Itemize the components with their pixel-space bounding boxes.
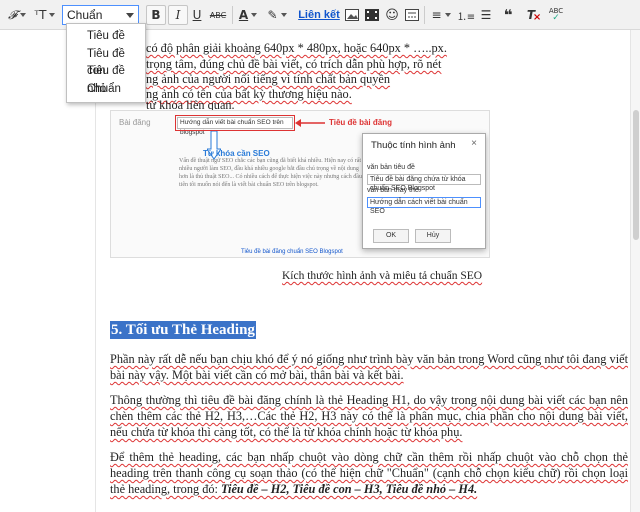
paragraph-emphasis: Tiêu đề – H2, Tiêu đề con – H3, Tiêu đề … <box>221 482 478 496</box>
remove-format-button[interactable]: T × <box>522 5 542 25</box>
embedded-screenshot-image[interactable]: Bài đăng Hướng dẫn viết bài chuẩn SEO tr… <box>110 110 490 258</box>
chevron-down-icon <box>49 13 56 17</box>
section-heading[interactable]: 5. Tối ưu Thẻ Heading <box>110 320 256 340</box>
font-icon: 𝓕 <box>8 7 17 22</box>
format-option-minor-heading[interactable]: Tiêu đề nhỏ <box>67 63 145 95</box>
editor-text: có độ phân giải khoảng 640px * 480px, ho… <box>146 41 447 55</box>
text-color-icon: A <box>238 8 249 22</box>
scrollbar-thumb[interactable] <box>633 110 639 240</box>
format-option-normal[interactable]: Chuẩn <box>67 81 145 99</box>
image-caption[interactable]: Kích thước hình ảnh và miêu tả chuẩn SEO <box>282 268 582 284</box>
paragraph-text: Thông thường thì tiêu đề bài đăng chính … <box>110 393 628 439</box>
smiley-icon: ☺ <box>385 7 399 23</box>
bold-button[interactable]: B <box>146 5 166 25</box>
video-icon <box>365 9 379 21</box>
dialog-title: Thuộc tính hình ảnh <box>371 140 456 151</box>
chevron-down-icon <box>251 13 258 17</box>
arrow-left-icon <box>295 119 325 127</box>
image-icon <box>345 9 359 21</box>
paragraph-3[interactable]: Để thêm thẻ heading, các bạn nhấp chuột … <box>110 449 628 497</box>
figure-inner-caption: Tiêu đề bài đăng chuẩn SEO Blogspot <box>241 249 343 255</box>
chevron-down-icon <box>19 13 26 17</box>
format-option-subheading[interactable]: Tiêu đề con <box>67 46 145 78</box>
alt-text-input[interactable]: Hướng dẫn cách viết bài chuẩn SEO <box>367 197 481 215</box>
title-annotation: Tiêu đề bài đăng <box>329 118 392 127</box>
insert-link-button[interactable]: Liên kết <box>298 5 340 25</box>
caption-text: Kích thước hình ảnh và miêu tả chuẩn SEO <box>282 270 483 282</box>
jump-break-icon <box>405 9 419 21</box>
quote-icon: ❝ <box>503 6 513 24</box>
font-size-button[interactable]: ᵀT <box>32 5 58 25</box>
heading-text: 5. Tối ưu Thẻ Heading <box>110 321 256 339</box>
toolbar-separator <box>232 6 233 24</box>
font-family-button[interactable]: 𝓕 <box>4 5 30 25</box>
format-option-heading[interactable]: Tiêu đề <box>67 28 145 46</box>
paragraph-text: Phần này rất dễ nếu bạn chịu khó để ý nó… <box>110 352 628 382</box>
checkmark-icon: ✓ <box>552 13 560 23</box>
editor-line-2[interactable]: trọng tâm, đúng chủ đề bài viết, có tríc… <box>146 56 626 72</box>
insert-video-button[interactable] <box>364 5 380 25</box>
spell-check-button[interactable]: ABC ✓ <box>546 5 566 25</box>
vertical-scrollbar[interactable] <box>630 30 640 512</box>
insert-emoji-button[interactable]: ☺ <box>384 5 400 25</box>
link-label: Liên kết <box>298 9 340 21</box>
clear-format-icon: T × <box>526 8 542 23</box>
paragraph-format-dropdown: Tiêu đề Tiêu đề con Tiêu đề nhỏ Chuẩn <box>66 23 146 103</box>
paragraph-format-select[interactable]: Chuẩn <box>62 5 139 25</box>
numbered-list-icon: ⒈≡ <box>456 11 476 23</box>
bullet-list-icon: ☰ <box>480 8 492 22</box>
numbered-list-button[interactable]: ⒈≡ <box>456 5 476 25</box>
quote-button[interactable]: ❝ <box>500 5 516 25</box>
insert-image-button[interactable] <box>344 5 360 25</box>
chevron-down-icon <box>444 13 451 17</box>
chevron-down-icon <box>280 13 287 17</box>
dialog-cancel-button[interactable]: Hủy <box>415 229 451 243</box>
highlight-box <box>175 115 295 131</box>
close-icon[interactable]: × <box>471 138 477 149</box>
post-body-preview: Vấn đề thuật ngữ SEO chắc các bạn cũng đ… <box>179 158 362 188</box>
insert-jump-break-button[interactable] <box>404 5 420 25</box>
chevron-down-icon <box>126 13 134 18</box>
dialog-ok-button[interactable]: OK <box>373 229 409 243</box>
title-text-label: văn bản tiêu đề <box>367 164 415 171</box>
alt-text-label: văn bản thay thế <box>367 187 419 194</box>
highlight-color-button[interactable]: ✎ <box>264 5 290 25</box>
strikethrough-button[interactable]: ABC <box>207 5 229 25</box>
italic-button[interactable]: I <box>168 5 188 25</box>
align-left-icon: ≡ <box>431 8 442 22</box>
image-properties-dialog: Thuộc tính hình ảnh × văn bản tiêu đề Ti… <box>362 133 486 249</box>
paragraph-1[interactable]: Phần này rất dễ nếu bạn chịu khó để ý nó… <box>110 351 628 383</box>
bullet-list-button[interactable]: ☰ <box>478 5 494 25</box>
editor-text: trọng tâm, đúng chủ đề bài viết, có tríc… <box>146 57 442 71</box>
text-size-icon: ᵀT <box>34 8 47 22</box>
editor-text: ng ảnh của người nổi tiếng vì tính chất … <box>146 72 391 86</box>
underline-button[interactable]: U <box>189 5 205 25</box>
text-color-button[interactable]: A <box>236 5 260 25</box>
highlighter-icon: ✎ <box>267 8 278 22</box>
alignment-button[interactable]: ≡ <box>428 5 454 25</box>
toolbar-separator <box>424 6 425 24</box>
editor-line-3[interactable]: ng ảnh của người nổi tiếng vì tính chất … <box>146 71 626 87</box>
paragraph-2[interactable]: Thông thường thì tiêu đề bài đăng chính … <box>110 392 628 440</box>
editor-line-1[interactable]: có độ phân giải khoảng 640px * 480px, ho… <box>146 40 626 56</box>
title-text-input[interactable]: Tiêu đề bài đăng chứa từ khóa chuẩn SEO … <box>367 174 481 192</box>
post-title-label: Bài đăng <box>119 118 151 127</box>
format-select-value: Chuẩn <box>67 8 103 22</box>
